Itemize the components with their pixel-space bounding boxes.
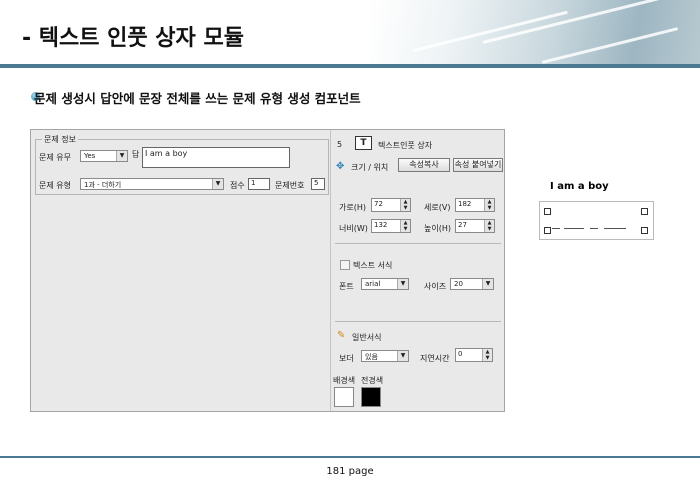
border-label: 보더 (339, 354, 354, 363)
page-title: - 텍스트 인풋 상자 모듈 (22, 26, 244, 51)
chevron-down-icon[interactable]: ▼ (116, 151, 127, 161)
spin-down-icon[interactable]: ▼ (401, 205, 410, 211)
chevron-down-icon[interactable]: ▼ (397, 279, 408, 289)
answer-label: 답 (132, 150, 140, 159)
spin-down-icon[interactable]: ▼ (401, 226, 410, 232)
width-label: 너비(W) (339, 224, 368, 233)
font-value: arial (365, 280, 381, 288)
category-select[interactable]: 1과 - 더하기 ▼ (80, 178, 224, 190)
resize-handle[interactable] (544, 227, 551, 234)
chevron-down-icon[interactable]: ▼ (212, 179, 223, 189)
question-number-input[interactable]: 5 (311, 178, 325, 190)
text-format-checkbox[interactable] (340, 260, 350, 270)
x-position-spinner[interactable]: 72 ▲ ▼ (371, 198, 411, 212)
size-position-label: 크기 / 위치 (351, 163, 389, 172)
delay-label: 지연시간 (420, 354, 450, 363)
question-info-group: 문제 정보 문제 유무 Yes ▼ 답 I am a boy 문제 유형 1과 … (35, 134, 329, 195)
height-value: 27 (458, 221, 467, 229)
background-color-label: 배경색 (333, 376, 356, 385)
font-size-select[interactable]: 20 ▼ (450, 278, 494, 290)
page-number: 181 page (326, 466, 374, 477)
input-underline (604, 228, 626, 229)
spin-down-icon[interactable]: ▼ (485, 205, 494, 211)
header-rule (0, 64, 700, 68)
panel-divider (330, 130, 331, 411)
score-input[interactable]: 1 (248, 178, 270, 190)
pencil-icon: ✎ (337, 330, 346, 341)
text-box-icon: T (355, 136, 372, 150)
chevron-down-icon[interactable]: ▼ (397, 351, 408, 361)
chevron-down-icon[interactable]: ▼ (482, 279, 493, 289)
score-label: 점수 (230, 181, 245, 190)
border-select[interactable]: 있음 ▼ (361, 350, 409, 362)
spin-down-icon[interactable]: ▼ (483, 355, 492, 361)
resize-handle[interactable] (544, 208, 551, 215)
footer-rule (0, 456, 700, 458)
font-size-label: 사이즈 (424, 282, 447, 291)
input-underline (552, 228, 560, 229)
copy-properties-button[interactable]: 속성복사 (398, 158, 450, 172)
foreground-color-swatch[interactable] (361, 387, 381, 407)
width-value: 132 (374, 221, 388, 229)
section-subtitle: 문제 생성시 답안에 문장 전체를 쓰는 문제 유형 생성 컴포넌트 (34, 91, 361, 106)
header-decoration (370, 0, 700, 64)
text-format-label: 텍스트 서식 (353, 261, 393, 270)
question-type-label: 문제 유무 (39, 153, 71, 162)
y-position-value: 182 (458, 200, 472, 208)
component-name: 텍스트인풋 상자 (378, 141, 433, 150)
text-input-preview[interactable] (539, 201, 654, 240)
height-label: 높이(H) (424, 224, 451, 233)
category-label: 문제 유형 (39, 181, 71, 190)
slide-header: - 텍스트 인풋 상자 모듈 (0, 0, 700, 68)
border-value: 있음 (365, 353, 378, 361)
input-underline (590, 228, 598, 229)
width-spinner[interactable]: 132 ▲ ▼ (371, 219, 411, 233)
foreground-color-label: 전경색 (361, 376, 384, 385)
resize-handle[interactable] (641, 208, 648, 215)
move-icon: ✥ (336, 161, 345, 172)
delay-spinner[interactable]: 0 ▲ ▼ (455, 348, 493, 362)
category-value: 1과 - 더하기 (84, 181, 122, 189)
general-format-label: 일반서식 (352, 333, 382, 342)
height-spinner[interactable]: 27 ▲ ▼ (455, 219, 495, 233)
y-position-spinner[interactable]: 182 ▲ ▼ (455, 198, 495, 212)
y-position-label: 세로(V) (424, 203, 451, 212)
font-select[interactable]: arial ▼ (361, 278, 409, 290)
font-label: 폰트 (339, 282, 354, 291)
resize-handle[interactable] (641, 227, 648, 234)
font-size-value: 20 (454, 280, 463, 288)
section-divider (335, 243, 501, 244)
background-color-swatch[interactable] (334, 387, 354, 407)
question-info-legend: 문제 정보 (42, 134, 78, 145)
paste-properties-button[interactable]: 속성 붙여넣기 (453, 158, 503, 172)
section-divider (335, 321, 501, 322)
x-position-value: 72 (374, 200, 383, 208)
component-editor-panel: 문제 정보 문제 유무 Yes ▼ 답 I am a boy 문제 유형 1과 … (30, 129, 505, 412)
spin-down-icon[interactable]: ▼ (485, 226, 494, 232)
question-number-label: 문제번호 (275, 181, 305, 190)
delay-value: 0 (458, 350, 463, 358)
answer-input[interactable]: I am a boy (142, 147, 290, 168)
question-type-value: Yes (84, 152, 96, 160)
input-underline (564, 228, 584, 229)
question-type-select[interactable]: Yes ▼ (80, 150, 128, 162)
x-position-label: 가로(H) (339, 203, 366, 212)
component-index: 5 (337, 140, 343, 149)
preview-text: I am a boy (550, 181, 609, 192)
